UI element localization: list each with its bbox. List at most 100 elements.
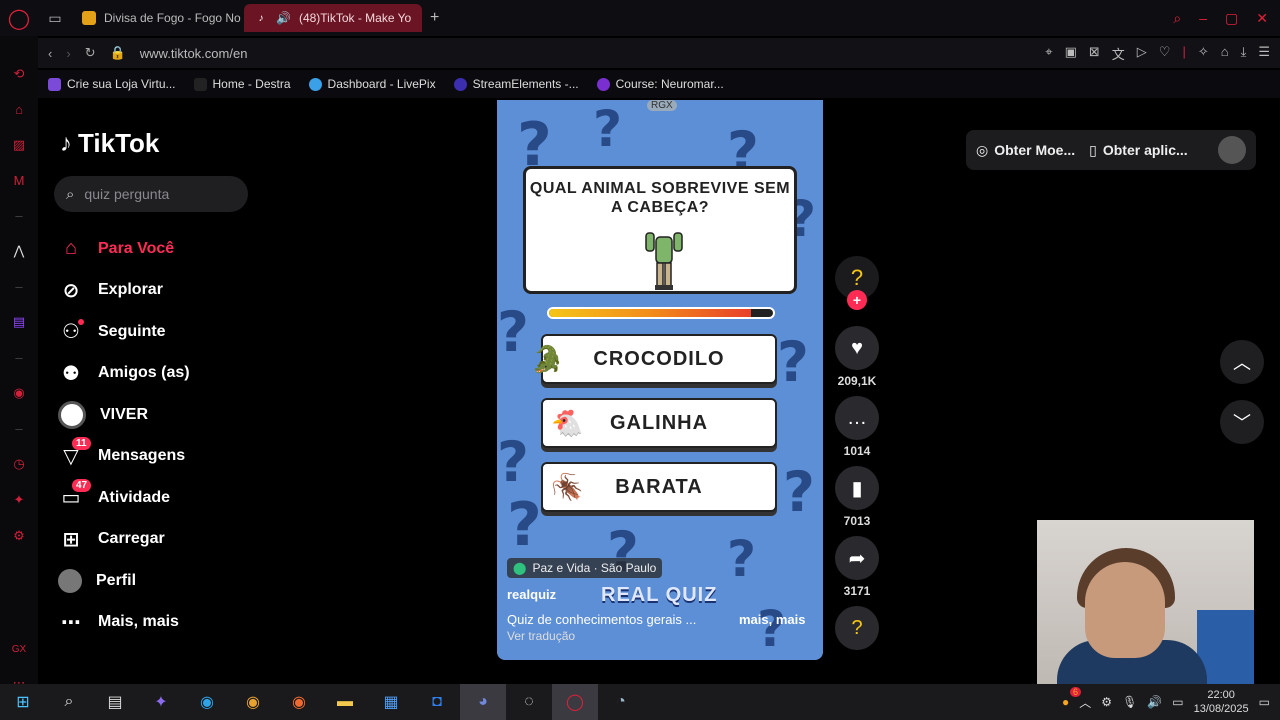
translate-icon[interactable]: 文: [1112, 44, 1125, 63]
comment-icon[interactable]: …: [835, 396, 879, 440]
copilot-icon[interactable]: ✦: [138, 684, 184, 720]
taskbar-clock[interactable]: 22:00 13/08/2025: [1194, 688, 1249, 716]
sidebar-extensions-icon[interactable]: ✦: [14, 492, 25, 508]
more-link[interactable]: mais, mais: [739, 612, 806, 627]
answer-galinha[interactable]: 🐔 GALINHA: [541, 398, 777, 448]
get-app-button[interactable]: ▯ Obter aplic...: [1089, 142, 1188, 159]
nav-perfil[interactable]: Perfil: [58, 560, 258, 602]
bookmark-course[interactable]: Course: Neuromar...: [596, 77, 724, 91]
sound-action[interactable]: ?: [835, 606, 879, 650]
microphone-icon[interactable]: 🎙: [1122, 695, 1137, 709]
browser-tab-tiktok[interactable]: ♪ 🔊 (48)TikTok - Make Yo: [244, 4, 422, 32]
task-view-icon[interactable]: ▤: [92, 684, 138, 720]
search-input[interactable]: [84, 186, 225, 202]
sidebar-twitch-icon[interactable]: ▤: [13, 314, 25, 330]
browser-tab-divisa[interactable]: Divisa de Fogo - Fogo No: [72, 4, 244, 32]
sidebar-settings-icon[interactable]: ⚙: [13, 528, 25, 544]
video-author[interactable]: realquiz: [507, 587, 556, 602]
tiktok-logo[interactable]: ♪ TikTok: [60, 128, 159, 159]
nav-carregar[interactable]: ⊞ Carregar: [58, 519, 258, 561]
store-icon[interactable]: ▦: [368, 684, 414, 720]
answer-crocodilo[interactable]: 🐊 CROCODILO: [531, 334, 777, 384]
sidebar-bag-icon[interactable]: ⌂: [15, 102, 23, 117]
edge-icon[interactable]: ◉: [184, 684, 230, 720]
pin-icon[interactable]: ⌖: [1045, 44, 1052, 63]
video-player[interactable]: ? ? ? ? ? ? ? ? ? ? ? ? RGX QUAL ANIMAL …: [497, 100, 823, 660]
reload-icon[interactable]: ↻: [85, 45, 96, 61]
bookmark-loja[interactable]: Crie sua Loja Virtu...: [48, 77, 176, 91]
nav-atividade[interactable]: ▭ 47 Atividade: [58, 477, 258, 519]
maximize-icon[interactable]: ▢: [1225, 10, 1238, 27]
wallet-icon[interactable]: ⌂: [1221, 44, 1229, 63]
url-field[interactable]: www.tiktok.com/en: [140, 46, 248, 61]
back-icon[interactable]: ‹: [48, 46, 52, 61]
discord-icon[interactable]: ◕: [460, 684, 506, 720]
outlook-icon[interactable]: ◘: [414, 684, 460, 720]
sidebar-player-icon[interactable]: ◉: [13, 385, 24, 401]
taskbar-search-icon[interactable]: ⌕: [46, 684, 92, 720]
steam-icon[interactable]: ◔: [598, 684, 644, 720]
new-tab-plus-icon[interactable]: +: [422, 9, 447, 27]
notifications-icon[interactable]: ▭: [1259, 695, 1270, 709]
sidebar-gx-icon[interactable]: GX: [12, 644, 26, 655]
firefox-icon[interactable]: ◉: [276, 684, 322, 720]
nav-mais[interactable]: ⋯ Mais, mais: [58, 602, 258, 644]
bookmark-destra[interactable]: Home - Destra: [193, 77, 291, 91]
play-icon[interactable]: ▷: [1137, 44, 1147, 63]
scroll-down-button[interactable]: ﹀: [1220, 400, 1264, 444]
sidebar-clock-icon[interactable]: ◷: [13, 456, 24, 472]
follow-plus-icon[interactable]: +: [847, 290, 867, 310]
nav-explorar[interactable]: ⊘ Explorar: [58, 270, 258, 312]
bookmark-livepix[interactable]: Dashboard - LivePix: [308, 77, 436, 91]
file-explorer-icon[interactable]: ▬: [322, 684, 368, 720]
forward-icon[interactable]: ›: [66, 46, 70, 61]
windows-start-icon[interactable]: ⊞: [0, 684, 46, 720]
answer-barata[interactable]: 🪳 BARATA: [541, 462, 777, 512]
snapshot-icon[interactable]: ▣: [1065, 44, 1077, 63]
sidebar-gmail-icon[interactable]: M: [14, 173, 25, 188]
tab-islands-icon[interactable]: ▭: [38, 0, 72, 36]
user-avatar[interactable]: [1218, 136, 1246, 164]
obs-icon[interactable]: ◌: [506, 684, 552, 720]
extensions-icon[interactable]: ✧: [1198, 44, 1209, 63]
translate-link[interactable]: Ver tradução: [507, 629, 575, 643]
sidebar-notes-icon[interactable]: ▨: [13, 137, 25, 153]
scroll-up-button[interactable]: ︿: [1220, 340, 1264, 384]
weather-icon[interactable]: ● 6: [1062, 687, 1082, 709]
menu-icon[interactable]: ☰: [1258, 44, 1270, 63]
network-icon[interactable]: ▭: [1172, 695, 1183, 709]
location-tag[interactable]: ⬤ Paz e Vida · São Paulo: [507, 558, 663, 578]
share-action[interactable]: ➦ 3171: [835, 536, 879, 598]
search-box[interactable]: ⌕: [54, 176, 248, 212]
share-icon[interactable]: ➦: [835, 536, 879, 580]
creator-avatar[interactable]: ? +: [835, 256, 879, 312]
nav-para-voce[interactable]: ⌂ Para Você: [58, 228, 258, 270]
tray-app-icon[interactable]: ⚙: [1101, 695, 1112, 709]
nav-seguinte[interactable]: ⚇ Seguinte: [58, 311, 258, 353]
tray-overflow-icon[interactable]: ︿: [1079, 694, 1091, 711]
chrome-icon[interactable]: ◉: [230, 684, 276, 720]
sidebar-aria-icon[interactable]: ⋀: [14, 243, 25, 259]
close-icon[interactable]: ✕: [1256, 10, 1268, 27]
like-action[interactable]: ♥ 209,1K: [835, 326, 879, 388]
nav-mensagens[interactable]: ▽ 11 Mensagens: [58, 436, 258, 478]
get-coins-button[interactable]: ◎ Obter Moe...: [976, 142, 1075, 159]
heart-icon[interactable]: ♡: [1159, 44, 1171, 63]
download-icon[interactable]: ⤓: [1241, 44, 1247, 63]
bookmark-streamelements[interactable]: StreamElements -...: [453, 77, 579, 91]
comment-action[interactable]: … 1014: [835, 396, 879, 458]
nav-amigos[interactable]: ⚉ Amigos (as): [58, 353, 258, 395]
speaker-icon[interactable]: 🔊: [276, 11, 291, 25]
heart-icon[interactable]: ♥: [835, 326, 879, 370]
opera-logo-icon[interactable]: ◯: [0, 0, 38, 36]
search-tabs-icon[interactable]: ⌕: [1173, 10, 1181, 27]
adblock-icon[interactable]: ⊠: [1089, 44, 1100, 63]
sound-disc-icon[interactable]: ?: [835, 606, 879, 650]
bookmark-icon[interactable]: ▮: [835, 466, 879, 510]
nav-viver[interactable]: VIVER: [58, 394, 258, 436]
volume-icon[interactable]: 🔊: [1147, 695, 1162, 709]
save-action[interactable]: ▮ 7013: [835, 466, 879, 528]
minimize-icon[interactable]: –: [1199, 10, 1207, 27]
opera-gx-icon[interactable]: ◯: [552, 684, 598, 720]
sidebar-history-icon[interactable]: ⟲: [14, 66, 25, 82]
